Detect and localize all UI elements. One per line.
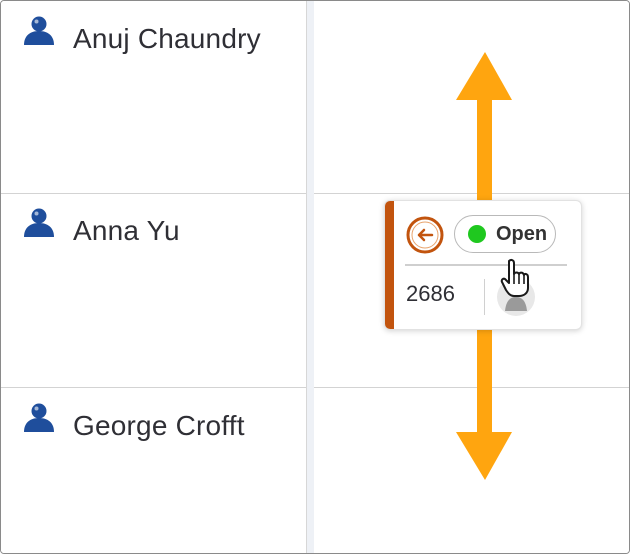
status-pill[interactable]: Open: [454, 215, 556, 253]
person-row-anuj[interactable]: Anuj Chaundry: [21, 15, 273, 63]
card-divider: [405, 264, 567, 266]
booking-card[interactable]: Open 2686: [384, 200, 582, 330]
person-name: Anuj Chaundry: [73, 23, 261, 54]
status-dot: [468, 225, 486, 243]
booking-number: 2686: [406, 281, 455, 306]
drag-down-arrow-icon: [456, 328, 512, 480]
person-row-george[interactable]: George Crofft: [21, 402, 273, 450]
person-icon: [24, 208, 54, 237]
drag-up-arrow-icon: [456, 52, 512, 200]
card-accent-bar: [385, 201, 394, 329]
row-divider: [1, 387, 306, 388]
arrow-left-icon[interactable]: [406, 216, 444, 254]
hand-pointer-cursor-icon: [500, 258, 529, 297]
person-row-anna[interactable]: Anna Yu: [21, 207, 273, 255]
column-separator: [307, 1, 314, 553]
person-name: George Crofft: [73, 410, 245, 441]
card-separator: [484, 279, 485, 315]
person-icon: [24, 16, 54, 45]
person-name: Anna Yu: [73, 215, 180, 246]
people-column: Anuj Chaundry Anna Yu George Crofft: [1, 1, 307, 553]
status-label: Open: [496, 222, 548, 245]
person-icon: [24, 403, 54, 432]
row-divider: [1, 193, 306, 194]
